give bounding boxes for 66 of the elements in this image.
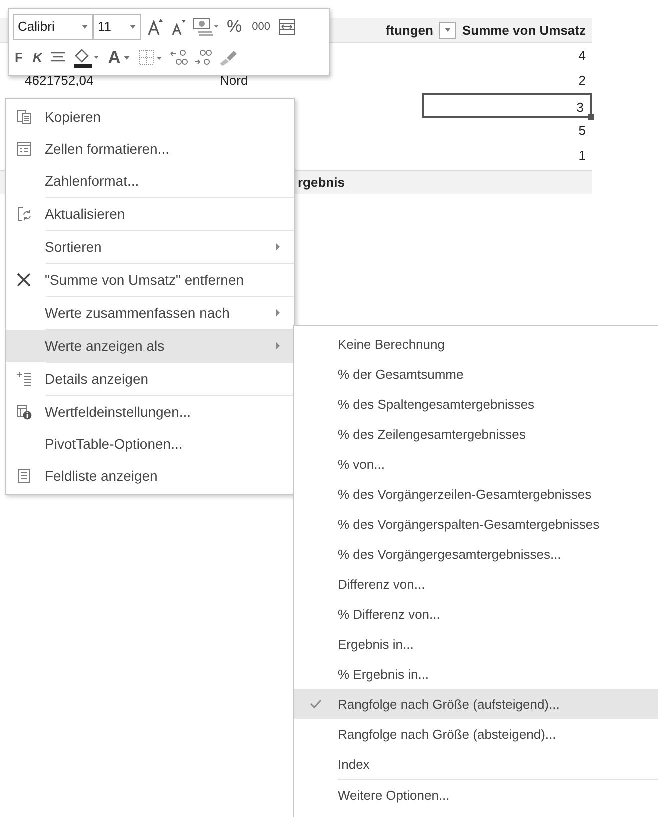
menu-item[interactable]: Werte anzeigen als [6,330,294,362]
refresh-icon [16,206,32,222]
thousands-button[interactable]: 000 [250,20,272,32]
menu-item[interactable]: % der Gesamtsumme [294,359,658,389]
italic-button[interactable]: K [30,50,44,65]
copy-icon [16,109,32,125]
grow-font-icon[interactable] [147,18,165,36]
menu-item[interactable]: "Summe von Umsatz" entfernen [6,264,294,296]
menu-item[interactable]: % Differenz von... [294,599,658,629]
menu-item[interactable]: Aktualisieren [6,198,294,230]
percent-button[interactable]: % [225,16,244,36]
menu-item[interactable]: Kopieren [6,101,294,133]
increase-decimal-icon[interactable] [170,48,188,66]
menu-item[interactable]: Feldliste anzeigen [6,460,294,492]
menu-item[interactable]: % von... [294,449,658,479]
number-format-icon[interactable] [193,16,219,36]
format-painter-icon[interactable] [218,48,238,66]
menu-item[interactable]: Rangfolge nach Größe (aufsteigend)... [294,689,658,719]
format-cells-icon [16,141,32,157]
font-color-button[interactable]: A [106,48,132,68]
menu-item[interactable]: % des Spaltengesamtergebnisses [294,389,658,419]
menu-item[interactable]: Zellen formatieren... [6,133,294,165]
menu-item[interactable]: % des Vorgängergesamtergebnisses... [294,539,658,569]
table-cell-text: 4621752,04 [24,73,95,88]
fill-color-icon[interactable] [72,46,100,68]
font-size-field[interactable]: 11 [93,14,141,40]
close-icon [16,272,32,288]
menu-item[interactable]: % Ergebnis in... [294,659,658,689]
menu-item[interactable]: % des Vorgängerzeilen-Gesamtergebnisses [294,479,658,509]
menu-item[interactable]: Details anzeigen [6,363,294,395]
submenu-arrow-icon [276,342,280,350]
menu-item[interactable]: Rangfolge nach Größe (absteigend)... [294,719,658,749]
merge-cells-icon[interactable] [278,18,296,36]
borders-icon[interactable] [138,48,164,66]
column-header: Summe von Umsatz [462,22,586,38]
menu-item[interactable]: Wertfeldeinstellungen... [6,396,294,428]
total-label: rgebnis [298,175,345,190]
column-header: ftungen [386,22,434,38]
table-cell-text: 1 [578,147,587,165]
filter-button[interactable] [439,22,456,38]
submenu-arrow-icon [276,309,280,317]
table-cell: 3 [422,93,592,118]
decrease-decimal-icon[interactable] [194,48,212,66]
shrink-font-icon[interactable] [171,18,187,36]
details-icon [16,371,32,387]
table-cell-text: 2 [578,72,587,90]
table-cell-text: Nord [219,73,250,88]
menu-item[interactable]: PivotTable-Optionen... [6,428,294,460]
menu-item[interactable]: Differenz von... [294,569,658,599]
menu-item[interactable]: Weitere Optionen... [294,780,658,810]
table-cell-text: 4 [578,47,587,65]
menu-item[interactable]: Werte zusammenfassen nach [6,297,294,329]
align-center-icon[interactable] [50,50,66,64]
bold-button[interactable]: F [13,50,25,65]
font-field[interactable]: Calibri [13,14,93,40]
menu-item[interactable]: Index [294,749,658,779]
table-cell-text: 5 [578,122,587,140]
menu-item[interactable]: Sortieren [6,231,294,263]
field-list-icon [16,468,32,484]
menu-item[interactable]: % des Vorgängerspalten-Gesamtergebnisses [294,509,658,539]
menu-item[interactable]: Ergebnis in... [294,629,658,659]
submenu-arrow-icon [276,243,280,251]
menu-item[interactable]: Keine Berechnung [294,329,658,359]
menu-item[interactable]: % des Zeilengesamtergebnisses [294,419,658,449]
field-settings-icon [16,404,32,420]
menu-item[interactable]: Zahlenformat... [6,165,294,197]
